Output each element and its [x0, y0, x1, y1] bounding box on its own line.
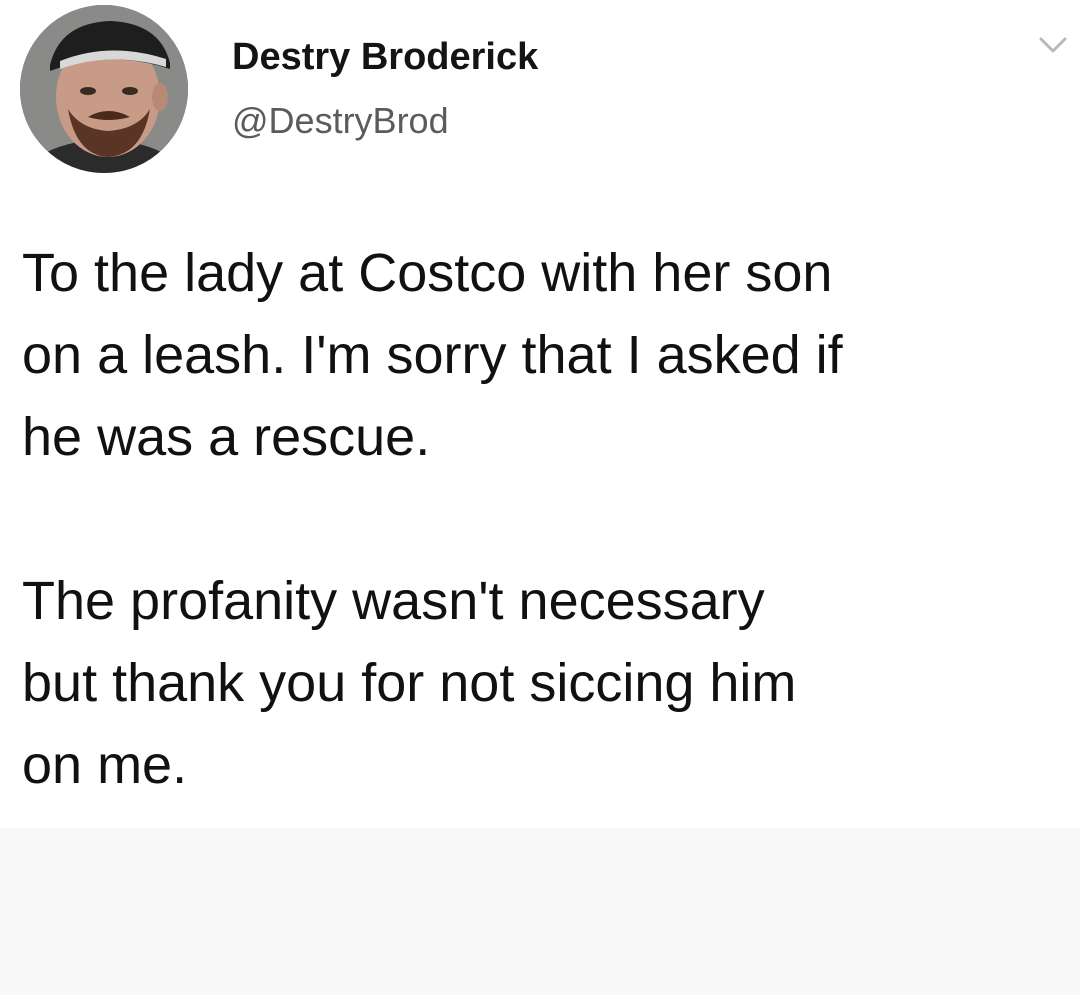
tweet-line: The profanity wasn't necessary — [22, 571, 765, 631]
author-handle[interactable]: @DestryBrod — [232, 100, 449, 142]
tweet-line: on a leash. I'm sorry that I asked if — [22, 325, 843, 385]
blank-footer-area — [0, 828, 1080, 995]
tweet-line: To the lady at Costco with her son — [22, 243, 833, 303]
avatar-photo-icon — [20, 5, 188, 173]
tweet-text: To the lady at Costco with her son on a … — [22, 232, 1067, 806]
tweet-line: on me. — [22, 735, 188, 795]
chevron-down-icon[interactable] — [1038, 34, 1068, 56]
avatar[interactable] — [20, 5, 188, 173]
author-name[interactable]: Destry Broderick — [232, 36, 538, 79]
tweet-line: but thank you for not siccing him — [22, 653, 797, 713]
tweet-line: he was a rescue. — [22, 407, 431, 467]
tweet-card: Destry Broderick @DestryBrod To the lady… — [0, 0, 1080, 830]
